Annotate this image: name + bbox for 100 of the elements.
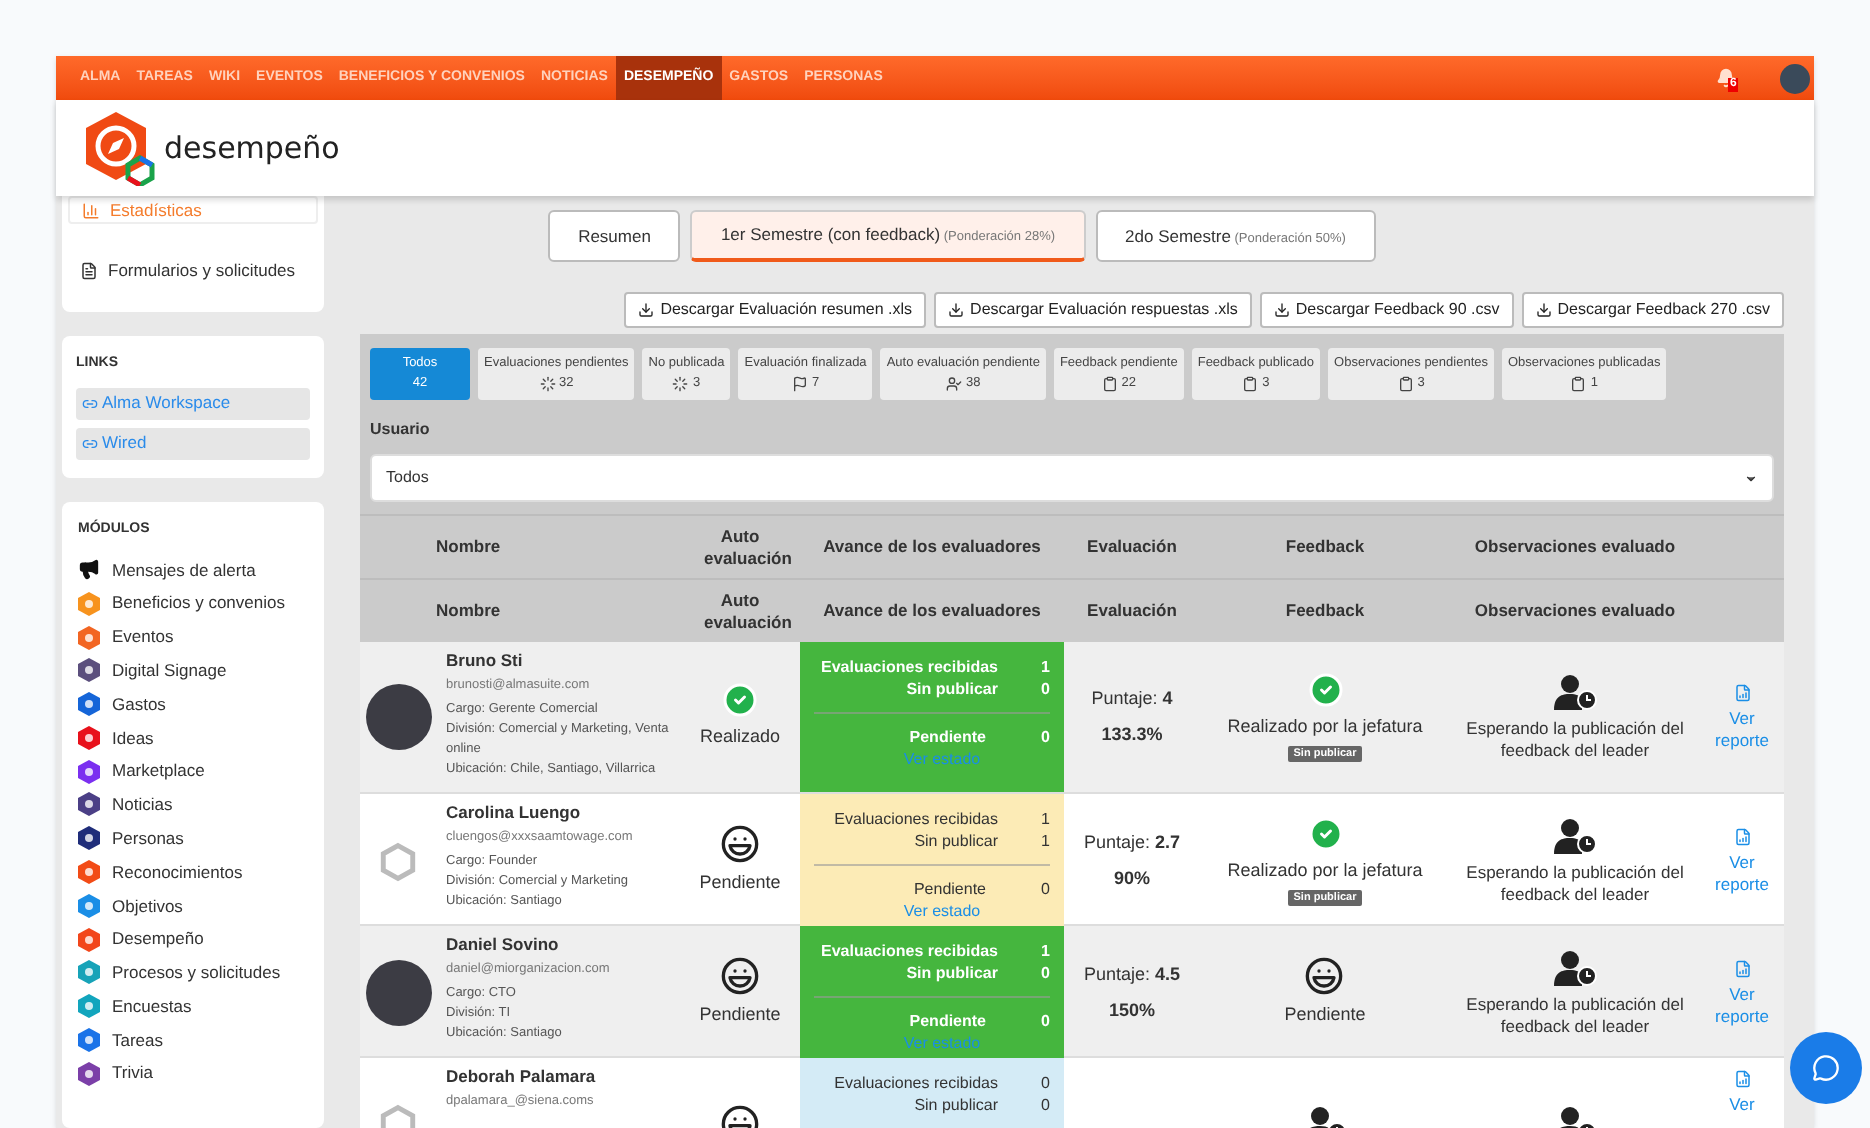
- status-text: Pendiente: [699, 1002, 781, 1029]
- progress-value: 1: [1039, 656, 1050, 678]
- progress-value: 1: [1039, 940, 1050, 962]
- spinner-icon: [539, 375, 556, 392]
- person-name: Bruno Sti: [446, 650, 525, 672]
- column-header: Evaluación: [1085, 600, 1179, 622]
- module-item[interactable]: Digital Signage: [78, 658, 308, 683]
- progress-value: 0: [1039, 1072, 1050, 1094]
- module-item[interactable]: Noticias: [78, 793, 308, 817]
- progress-value: 0: [1039, 726, 1050, 748]
- module-item[interactable]: Procesos y solicitudes: [78, 961, 308, 985]
- module-item[interactable]: Trivia: [78, 1061, 308, 1086]
- user-clock-icon: [1553, 817, 1597, 853]
- module-item[interactable]: Marketplace: [78, 759, 308, 784]
- progress-label: Evaluaciones recibidas: [832, 1072, 1000, 1094]
- module-item[interactable]: Reconocimientos: [78, 860, 308, 884]
- module-item[interactable]: Tareas: [78, 1028, 308, 1052]
- column-header: Observaciones evaluado: [1472, 536, 1678, 558]
- view-report-link[interactable]: Ver: [1712, 1094, 1772, 1116]
- download-button[interactable]: Descargar Evaluación respuestas .xls: [934, 292, 1252, 328]
- column-header: Feedback: [1283, 536, 1367, 558]
- user-check-icon: [946, 375, 962, 392]
- progress-value: 1: [1039, 808, 1050, 830]
- download-icon: [1273, 302, 1290, 318]
- semester-tab[interactable]: Resumen: [548, 210, 681, 262]
- person-name: Deborah Palamara: [446, 1066, 598, 1088]
- progress-value: 0: [1039, 1010, 1050, 1032]
- field-label: Usuario: [370, 418, 432, 442]
- link-icon: [82, 435, 98, 451]
- progress-label: Evaluaciones recibidas: [819, 656, 1000, 678]
- user-clock-icon: [1553, 673, 1597, 709]
- progress-value: 1: [1039, 830, 1050, 852]
- progress-label: Pendiente: [907, 726, 988, 748]
- view-report-link[interactable]: Ver reporte: [1712, 851, 1772, 895]
- report-document-icon[interactable]: [1733, 827, 1751, 845]
- clipboard-icon: [1242, 375, 1259, 392]
- progress-label: Sin publicar: [904, 962, 1000, 984]
- user-avatar[interactable]: [1780, 63, 1810, 93]
- person-name: Daniel Sovino: [446, 934, 561, 956]
- download-button[interactable]: Descargar Evaluación resumen .xls: [624, 292, 927, 328]
- progress-label: Evaluaciones recibidas: [819, 940, 1000, 962]
- download-icon: [1535, 302, 1552, 318]
- module-item[interactable]: Ideas: [78, 725, 308, 750]
- progress-label: Evaluaciones recibidas: [832, 808, 1000, 830]
- download-button[interactable]: Descargar Feedback 90 .csv: [1259, 292, 1514, 328]
- score-percent: 133.3%: [1101, 722, 1163, 748]
- progress-value: 0: [1039, 878, 1050, 900]
- score-text: Puntaje: 2.7: [1083, 829, 1181, 856]
- report-document-icon[interactable]: [1733, 959, 1751, 977]
- module-item[interactable]: Encuestas: [78, 994, 308, 1019]
- column-header: Feedback: [1283, 600, 1367, 622]
- module-item[interactable]: Desempeño: [78, 927, 308, 952]
- download-button[interactable]: Descargar Feedback 270 .csv: [1521, 292, 1784, 328]
- score-percent: 150%: [1108, 998, 1156, 1024]
- status-text: Realizado por la jefatura: [1227, 713, 1423, 740]
- download-icon: [948, 302, 965, 318]
- module-item[interactable]: Personas: [78, 826, 308, 851]
- status-text: Realizado: [699, 724, 781, 751]
- flag-icon: [791, 375, 808, 392]
- logo-icon: [84, 110, 156, 186]
- column-header: Nombre: [436, 600, 503, 622]
- observation-text: Esperando la publicación del feedback del leader: [1464, 861, 1686, 905]
- progress-value: 0: [1039, 678, 1050, 700]
- observation-text: Esperando la publicación del feedback del leader: [1464, 717, 1686, 761]
- report-document-icon[interactable]: [1733, 1070, 1751, 1088]
- status-text: Pendiente: [699, 870, 781, 897]
- report-document-icon[interactable]: [1733, 683, 1751, 701]
- clipboard-icon: [1397, 375, 1414, 392]
- status-text: Pendiente: [1284, 1002, 1366, 1029]
- module-item[interactable]: Beneficios y convenios: [78, 591, 308, 616]
- column-header: Nombre: [436, 536, 503, 558]
- progress-label: Sin publicar: [904, 678, 1000, 700]
- module-item[interactable]: Objetivos: [78, 893, 308, 918]
- module-item[interactable]: Eventos: [78, 625, 308, 649]
- progress-value: 0: [1039, 962, 1050, 984]
- link-icon: [82, 395, 98, 411]
- clipboard-icon: [1101, 375, 1118, 392]
- column-header: Auto evaluación: [702, 589, 794, 633]
- chat-icon: [1812, 1054, 1840, 1082]
- score-percent: 90%: [1113, 866, 1150, 892]
- download-icon: [638, 302, 655, 318]
- progress-label: Pendiente: [907, 1010, 988, 1032]
- progress-label: Sin publicar: [912, 1094, 1000, 1116]
- bar-chart-icon: [82, 201, 100, 219]
- progress-value: 0: [1039, 1094, 1050, 1116]
- spinner-icon: [672, 375, 689, 392]
- score-text: Puntaje: 4.5: [1083, 961, 1181, 988]
- column-header: Auto evaluación: [702, 525, 794, 569]
- column-header: Evaluación: [1085, 536, 1179, 558]
- user-select[interactable]: Todos: [370, 454, 1774, 502]
- module-item[interactable]: Gastos: [78, 692, 308, 716]
- user-clock-icon: [1553, 949, 1597, 985]
- score-text: Puntaje: 4: [1091, 685, 1173, 712]
- chat-button[interactable]: [1790, 1032, 1862, 1104]
- person-name: Carolina Luengo: [446, 802, 583, 824]
- progress-label: Sin publicar: [912, 830, 1000, 852]
- column-header: Avance de los evaluadores: [821, 536, 1043, 558]
- observation-text: Esperando la publicación del feedback del leader: [1464, 993, 1686, 1037]
- sidebar-item[interactable]: Formularios y solicitudes: [68, 256, 318, 284]
- module-item[interactable]: Mensajes de alerta: [78, 558, 308, 582]
